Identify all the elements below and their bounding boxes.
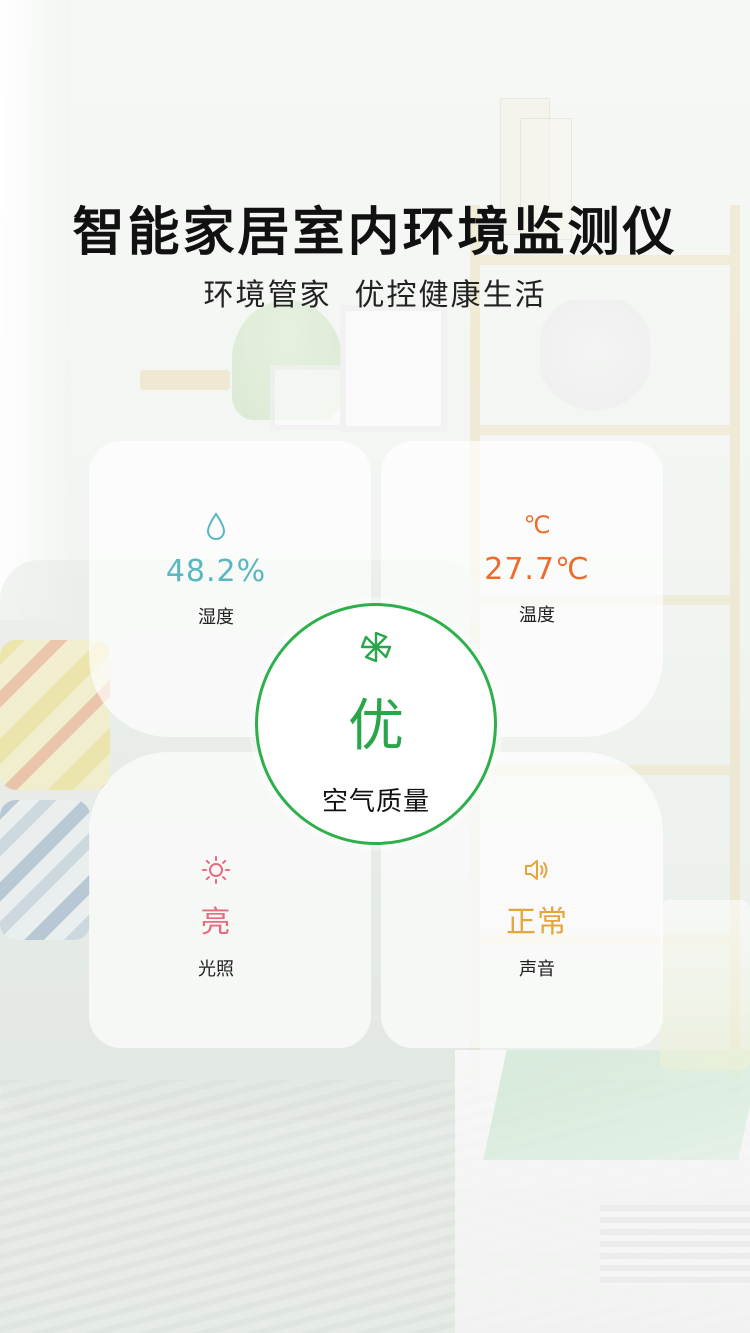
sound-metric: 正常 声音 [437, 855, 637, 981]
temperature-metric: ℃ 27.7℃ 温度 [437, 510, 637, 627]
light-metric: 亮 光照 [116, 855, 316, 981]
humidity-metric: 48.2% 湿度 [116, 512, 316, 629]
temperature-label: 温度 [519, 605, 555, 626]
fan-icon [359, 630, 393, 664]
sun-icon [116, 855, 316, 885]
light-value: 亮 [200, 905, 232, 940]
water-drop-icon [116, 512, 316, 542]
humidity-label: 湿度 [198, 607, 234, 628]
page-subtitle: 环境管家 优控健康生活 [203, 278, 547, 313]
light-label: 光照 [198, 959, 234, 980]
celsius-icon: ℃ [523, 511, 551, 539]
temperature-value: 27.7℃ [484, 552, 590, 587]
humidity-value: 48.2% [165, 554, 267, 589]
sound-value: 正常 [506, 905, 568, 940]
air-quality-value: 优 [348, 694, 404, 759]
speaker-icon [437, 855, 637, 885]
page-title: 智能家居室内环境监测仪 [72, 203, 678, 263]
sound-label: 声音 [519, 959, 555, 980]
air-quality-label: 空气质量 [321, 787, 430, 817]
air-quality-dial[interactable]: 优 空气质量 [255, 603, 497, 845]
